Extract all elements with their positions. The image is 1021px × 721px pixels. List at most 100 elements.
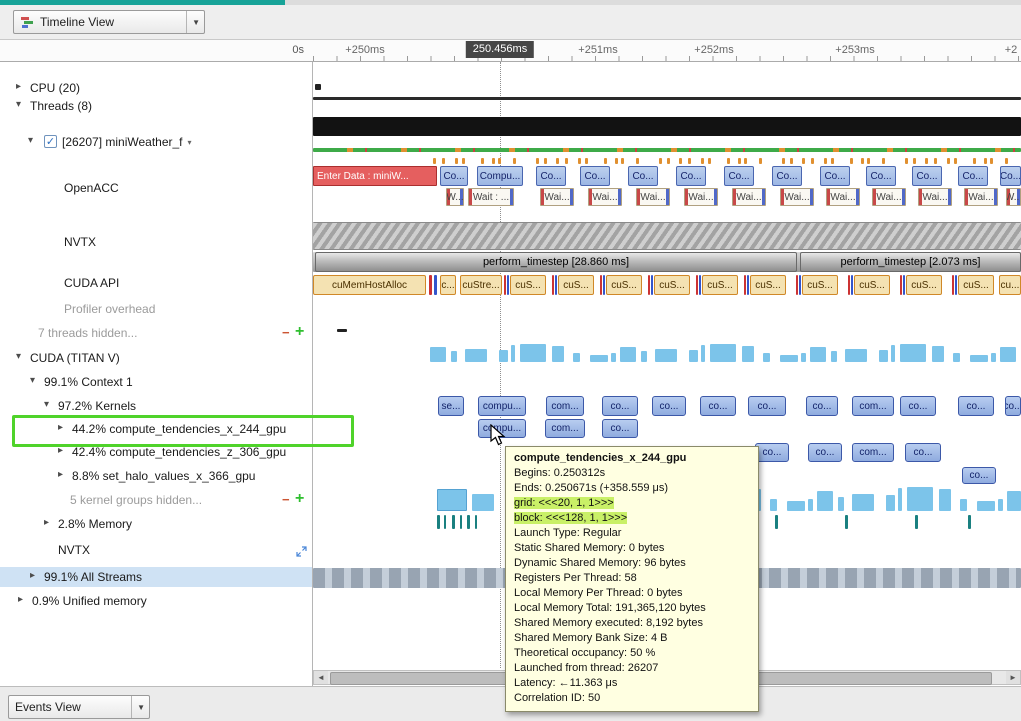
kernel-z-row-bar[interactable]: co... [755, 443, 789, 462]
kernels-row-bar[interactable]: com... [852, 396, 894, 416]
openacc-wait-row-bar[interactable]: Wai... [964, 188, 998, 206]
tree-expand-arrow-icon[interactable]: ▸ [58, 469, 63, 480]
memory-row-bar[interactable] [460, 515, 462, 529]
kernels-row-bar[interactable]: compu... [478, 396, 526, 416]
openacc-tick-strip-mark[interactable] [973, 158, 976, 164]
openacc-wait-row-bar[interactable]: Wai... [540, 188, 574, 206]
cuda-api-row-bar[interactable] [744, 275, 746, 295]
kernel-z-row-bar[interactable]: com... [852, 443, 894, 462]
hidden-kernel-groups-row-bar[interactable] [770, 499, 777, 511]
cuda-device-activity-bar[interactable] [573, 353, 580, 362]
openacc-launch-row-bar[interactable]: Co... [628, 166, 658, 186]
hidden-kernel-groups-row-bar[interactable] [437, 489, 467, 511]
hidden-kernel-groups-row-bar[interactable] [817, 491, 833, 511]
sidebar-item[interactable]: ▾CUDA (TITAN V) [0, 348, 312, 368]
sidebar-item[interactable]: OpenACC [0, 178, 312, 198]
cuda-device-activity-bar[interactable] [1000, 347, 1016, 362]
openacc-tick-strip-mark[interactable] [615, 158, 618, 164]
cuda-device-activity-bar[interactable] [465, 349, 487, 362]
cuda-device-activity-bar[interactable] [953, 353, 960, 362]
memory-row-bar[interactable] [437, 515, 440, 529]
cuda-api-row-bar[interactable] [799, 275, 801, 295]
hide-rows-minus-icon[interactable]: − [282, 492, 290, 507]
openacc-tick-strip-mark[interactable] [498, 158, 501, 164]
cuda-device-activity-bar[interactable] [845, 349, 867, 362]
cuda-api-row-bar[interactable]: cuS... [854, 275, 890, 295]
openacc-tick-strip-mark[interactable] [462, 158, 465, 164]
openacc-wait-row-bar[interactable]: W... [1006, 188, 1021, 206]
openacc-tick-strip-mark[interactable] [536, 158, 539, 164]
openacc-launch-row-bar[interactable]: Co... [1000, 166, 1021, 186]
openacc-tick-strip-mark[interactable] [688, 158, 691, 164]
cuda-api-row-bar[interactable] [699, 275, 701, 295]
sidebar-item[interactable]: CUDA API [0, 273, 312, 293]
sidebar-item[interactable]: ▸42.4% compute_tendencies_z_306_gpu [0, 442, 312, 462]
openacc-launch-row-bar[interactable]: Co... [724, 166, 754, 186]
kernel-halo-row-bar[interactable]: co... [962, 467, 996, 484]
tree-expand-arrow-icon[interactable]: ▸ [44, 517, 49, 528]
openacc-tick-strip-mark[interactable] [578, 158, 581, 164]
cuda-device-activity-bar[interactable] [831, 351, 837, 362]
cuda-device-activity-bar[interactable] [620, 347, 636, 362]
cuda-api-row-bar[interactable]: cuS... [750, 275, 786, 295]
openacc-launch-row-bar[interactable]: Co... [820, 166, 850, 186]
hidden-kernel-groups-row-bar[interactable] [472, 494, 494, 511]
cuda-api-row-bar[interactable]: cuS... [654, 275, 690, 295]
openacc-wait-row-bar[interactable]: Wai... [872, 188, 906, 206]
kernels-row-bar[interactable]: co... [602, 396, 638, 416]
cuda-api-row-bar[interactable] [848, 275, 850, 295]
memory-row-bar[interactable] [444, 515, 446, 529]
tree-expand-arrow-icon[interactable]: ▸ [16, 81, 21, 92]
hidden-kernel-groups-row-bar[interactable] [998, 499, 1003, 511]
hide-rows-minus-icon[interactable]: − [282, 325, 290, 340]
kernels-row-bar[interactable]: co... [1005, 396, 1021, 416]
cuda-api-row-bar[interactable]: c... [440, 275, 456, 295]
cuda-device-activity-bar[interactable] [891, 345, 895, 362]
openacc-tick-strip-mark[interactable] [708, 158, 711, 164]
openacc-tick-strip-mark[interactable] [782, 158, 785, 164]
hovered-kernel-bar[interactable]: compu... [478, 419, 526, 438]
openacc-tick-strip-mark[interactable] [984, 158, 987, 164]
openacc-tick-strip-mark[interactable] [679, 158, 682, 164]
cuda-api-row-bar[interactable] [851, 275, 853, 295]
memory-row-bar[interactable] [845, 515, 848, 529]
hidden-kernel-groups-row-bar[interactable] [960, 499, 967, 511]
hidden-kernel-groups-row-bar[interactable] [787, 501, 805, 511]
sidebar-item[interactable]: 7 threads hidden...−+ [0, 323, 312, 343]
sidebar-item[interactable]: ▸44.2% compute_tendencies_x_244_gpu [0, 419, 312, 439]
cuda-device-activity-bar[interactable] [552, 346, 564, 362]
openacc-tick-strip-mark[interactable] [621, 158, 624, 164]
cuda-api-row-bar[interactable] [434, 275, 437, 295]
openacc-tick-strip-mark[interactable] [604, 158, 607, 164]
openacc-tick-strip-mark[interactable] [701, 158, 704, 164]
cuda-device-activity-bar[interactable] [520, 344, 546, 362]
cuda-api-row-bar[interactable]: cuS... [510, 275, 546, 295]
cuda-api-row-bar[interactable] [552, 275, 554, 295]
openacc-tick-strip-mark[interactable] [544, 158, 547, 164]
cuda-api-call-bar[interactable]: cuMemHostAlloc [313, 275, 426, 295]
cuda-device-activity-bar[interactable] [970, 355, 988, 362]
sidebar-item[interactable]: ▸8.8% set_halo_values_x_366_gpu [0, 466, 312, 486]
cuda-device-activity-bar[interactable] [499, 350, 508, 362]
cuda-device-activity-bar[interactable] [763, 353, 770, 362]
cuda-device-activity-bar[interactable] [655, 349, 677, 362]
sidebar-item[interactable]: ▾✓[26207] miniWeather_f▾ [0, 132, 312, 152]
tree-expand-arrow-icon[interactable]: ▸ [58, 422, 63, 433]
openacc-tick-strip-mark[interactable] [947, 158, 950, 164]
cuda-device-activity-bar[interactable] [641, 351, 647, 362]
cuda-device-activity-bar[interactable] [590, 355, 608, 362]
hidden-kernel-groups-row-bar[interactable] [838, 497, 844, 511]
show-rows-plus-icon[interactable]: + [295, 323, 304, 341]
openacc-tick-strip-mark[interactable] [759, 158, 762, 164]
cuda-api-row-bar[interactable] [955, 275, 957, 295]
tree-expand-arrow-icon[interactable]: ▸ [18, 594, 23, 605]
tree-collapse-arrow-icon[interactable]: ▾ [28, 135, 33, 146]
cuda-device-activity-bar[interactable] [451, 351, 457, 362]
openacc-tick-strip-mark[interactable] [990, 158, 993, 164]
openacc-wait-row-bar[interactable]: W... [446, 188, 464, 206]
cuda-api-row-bar[interactable] [651, 275, 653, 295]
kernels-row-bar[interactable]: co... [700, 396, 736, 416]
memory-row-bar[interactable] [775, 515, 778, 529]
openacc-tick-strip-mark[interactable] [954, 158, 957, 164]
openacc-tick-strip-mark[interactable] [824, 158, 827, 164]
